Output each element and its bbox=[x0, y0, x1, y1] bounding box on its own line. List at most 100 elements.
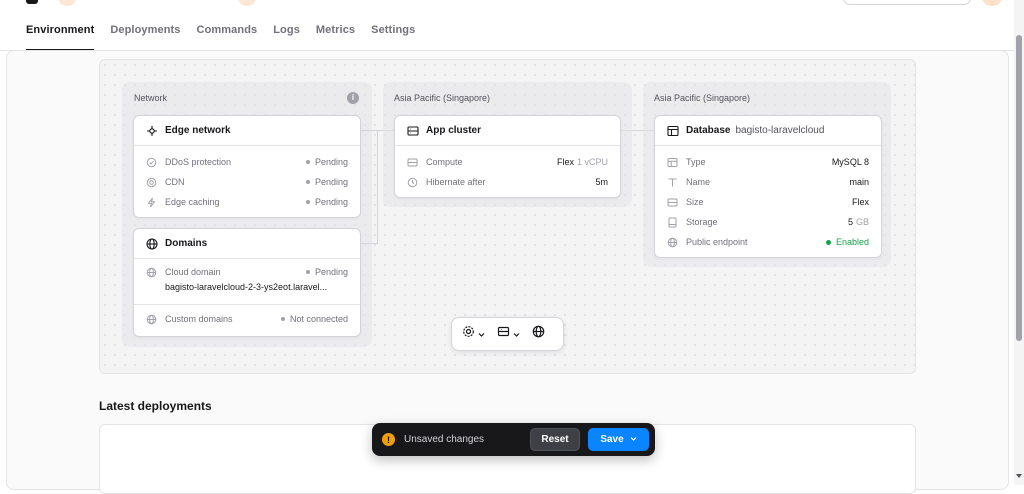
domains-connector-vertical bbox=[377, 130, 378, 243]
db-name-label: Name bbox=[686, 177, 711, 187]
top-header bbox=[0, 0, 1024, 8]
search-input[interactable] bbox=[843, 0, 971, 5]
clock-icon bbox=[407, 177, 418, 188]
user-avatar[interactable] bbox=[982, 0, 1002, 6]
latest-deployments-title: Latest deployments bbox=[99, 399, 212, 413]
cloud-domain-value[interactable]: bagisto-laravelcloud-2-3-ys2eot.laravel.… bbox=[165, 280, 348, 294]
globe-icon bbox=[146, 314, 157, 325]
warning-icon: ! bbox=[382, 433, 395, 446]
scrollbar-thumb[interactable] bbox=[1016, 35, 1022, 341]
domains-connector-horizontal bbox=[361, 243, 378, 244]
db-type-row: Type MySQL 8 bbox=[667, 155, 869, 169]
chevron-down-icon bbox=[630, 434, 637, 445]
db-endpoint-row: Public endpoint Enabled bbox=[667, 235, 869, 249]
tab-deployments[interactable]: Deployments bbox=[110, 20, 180, 51]
ddos-status: Pending bbox=[305, 157, 348, 167]
gear-icon bbox=[462, 325, 475, 343]
server-icon bbox=[407, 157, 418, 168]
settings-menu-button[interactable] bbox=[462, 325, 485, 343]
reset-button[interactable]: Reset bbox=[530, 428, 580, 451]
hibernate-value: 5m bbox=[595, 177, 608, 187]
cloud-domain-status: Pending bbox=[305, 267, 348, 277]
caching-label: Edge caching bbox=[165, 197, 220, 207]
db-endpoint-label: Public endpoint bbox=[686, 237, 748, 247]
tab-settings[interactable]: Settings bbox=[371, 20, 415, 51]
tab-metrics[interactable]: Metrics bbox=[316, 20, 355, 51]
hibernate-row: Hibernate after 5m bbox=[407, 175, 608, 189]
db-size-label: Size bbox=[686, 197, 704, 207]
db-storage-label: Storage bbox=[686, 217, 718, 227]
app-cluster-card[interactable]: App cluster Compute Flex 1 vCPU Hibernate… bbox=[394, 115, 621, 198]
edge-row-ddos: DDoS protection Pending bbox=[146, 155, 348, 169]
compute-group: Asia Pacific (Singapore) App cluster Com… bbox=[383, 82, 632, 207]
table-icon bbox=[667, 157, 678, 168]
hibernate-label: Hibernate after bbox=[426, 177, 486, 187]
edge-row-caching: Edge caching Pending bbox=[146, 195, 348, 209]
cdn-icon bbox=[146, 177, 157, 188]
network-group: Network i Edge network DDoS protection P… bbox=[122, 82, 372, 347]
db-name-value: main bbox=[849, 177, 869, 187]
globe-icon bbox=[667, 237, 678, 248]
database-title: Database bbox=[686, 125, 731, 136]
compute-row: Compute Flex 1 vCPU bbox=[407, 155, 608, 169]
compute-group-label: Asia Pacific (Singapore) bbox=[394, 93, 491, 103]
db-name-row: Name main bbox=[667, 175, 869, 189]
save-button[interactable]: Save bbox=[588, 428, 649, 451]
page-scrollbar[interactable] bbox=[1014, 0, 1024, 485]
custom-domains-row[interactable]: Custom domains Not connected bbox=[146, 312, 348, 326]
edge-network-card[interactable]: Edge network DDoS protection Pending CDN… bbox=[133, 115, 361, 218]
app-cluster-title: App cluster bbox=[426, 125, 482, 136]
org-avatar[interactable] bbox=[58, 0, 76, 6]
canvas-toolbar bbox=[451, 317, 564, 351]
ddos-label: DDoS protection bbox=[165, 157, 232, 167]
database-group: Asia Pacific (Singapore) Database bagist… bbox=[643, 82, 891, 267]
tab-logs[interactable]: Logs bbox=[273, 20, 300, 51]
db-type-label: Type bbox=[686, 157, 706, 167]
db-storage-row: Storage 5 GB bbox=[667, 215, 869, 229]
globe-icon bbox=[146, 267, 157, 278]
info-icon[interactable]: i bbox=[347, 92, 359, 104]
db-storage-value: 5 GB bbox=[847, 217, 869, 227]
globe-icon bbox=[146, 237, 158, 250]
shield-icon bbox=[146, 157, 157, 168]
server-icon bbox=[667, 197, 678, 208]
cloud-domain-label: Cloud domain bbox=[165, 267, 221, 277]
cluster-menu-button[interactable] bbox=[497, 325, 520, 343]
edge-row-cdn: CDN Pending bbox=[146, 175, 348, 189]
cloud-domain-row: Cloud domain Pending bbox=[146, 265, 348, 279]
database-card[interactable]: Database bagisto-laravelcloud Type MySQL… bbox=[654, 115, 882, 258]
project-avatar[interactable] bbox=[238, 0, 256, 6]
app-logo[interactable] bbox=[26, 0, 38, 4]
custom-domains-label: Custom domains bbox=[165, 314, 233, 324]
server-icon bbox=[407, 125, 419, 137]
domains-card[interactable]: Domains Cloud domain Pending bagisto-lar… bbox=[133, 228, 361, 337]
db-type-value: MySQL 8 bbox=[831, 157, 869, 167]
save-label: Save bbox=[600, 434, 624, 445]
unsaved-message: Unsaved changes bbox=[404, 434, 485, 445]
cdn-label: CDN bbox=[165, 177, 185, 187]
db-endpoint-status: Enabled bbox=[825, 237, 869, 247]
caching-status: Pending bbox=[305, 197, 348, 207]
network-icon bbox=[146, 125, 158, 137]
custom-domains-status: Not connected bbox=[280, 314, 348, 324]
database-subtitle: bagisto-laravelcloud bbox=[735, 125, 825, 136]
unsaved-changes-bar: ! Unsaved changes Reset Save bbox=[372, 423, 655, 456]
chevron-down-icon bbox=[513, 325, 520, 343]
database-group-label: Asia Pacific (Singapore) bbox=[654, 93, 751, 103]
scroll-down-arrow-icon[interactable] bbox=[1016, 474, 1022, 478]
db-size-row: Size Flex bbox=[667, 195, 869, 209]
text-icon bbox=[667, 177, 678, 188]
table-icon bbox=[667, 125, 679, 137]
tab-environment[interactable]: Environment bbox=[26, 20, 95, 51]
domains-title: Domains bbox=[165, 238, 208, 249]
domains-divider bbox=[134, 304, 360, 305]
bolt-icon bbox=[146, 197, 157, 208]
db-size-value: Flex bbox=[851, 197, 869, 207]
server-icon bbox=[497, 325, 510, 343]
tab-commands[interactable]: Commands bbox=[197, 20, 258, 51]
disk-icon bbox=[667, 217, 678, 228]
globe-icon bbox=[532, 325, 545, 343]
network-group-label: Network bbox=[134, 93, 168, 103]
globe-button[interactable] bbox=[532, 325, 545, 343]
compute-value: Flex 1 vCPU bbox=[556, 157, 608, 167]
